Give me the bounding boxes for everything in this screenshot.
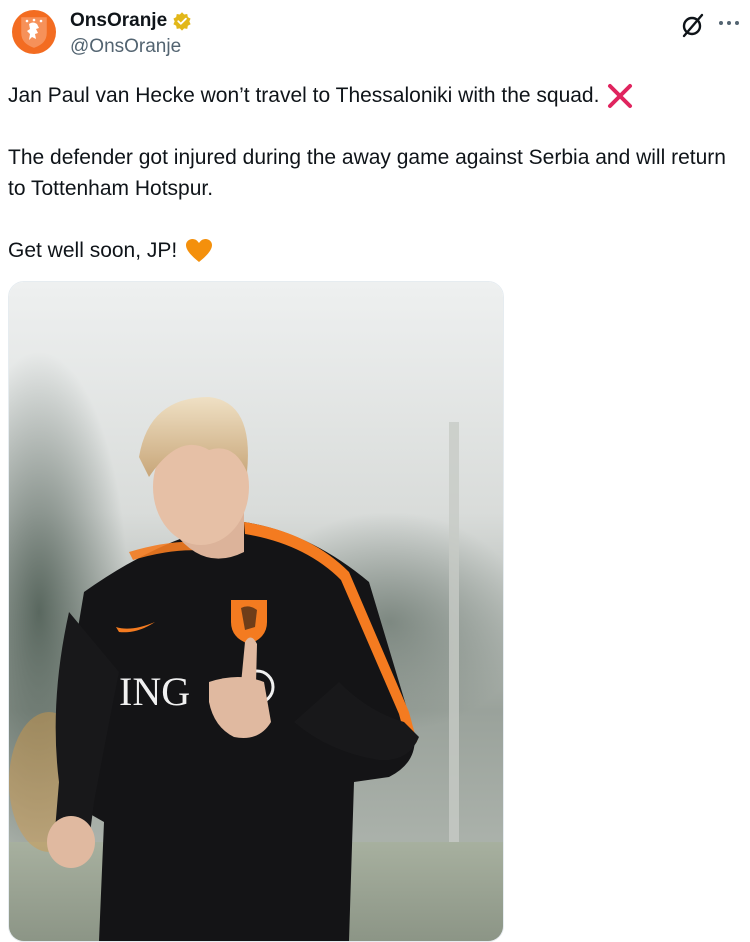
tweet-line-3: Get well soon, JP!	[8, 235, 213, 266]
tweet-header: OnsOranje @OnsOranje	[0, 0, 750, 70]
tweet-line-3-text: Get well soon, JP!	[8, 239, 178, 262]
name-row: OnsOranje	[70, 10, 192, 32]
grok-icon[interactable]	[680, 12, 706, 38]
tweet-line-1-text: Jan Paul van Hecke won’t travel to Thess…	[8, 84, 600, 107]
tweet-photo[interactable]: ING	[8, 281, 504, 942]
handle[interactable]: @OnsOranje	[70, 36, 181, 58]
tweet-line-1: Jan Paul van Hecke won’t travel to Thess…	[8, 80, 633, 111]
avatar[interactable]	[12, 10, 56, 54]
tweet-line-2: The defender got injured during the away…	[8, 146, 726, 200]
shirt-sponsor-text: ING	[119, 669, 190, 714]
orange-heart-emoji	[186, 238, 213, 262]
knvb-lion-crest-icon	[21, 17, 47, 48]
verified-badge-icon	[173, 12, 191, 31]
cross-mark-emoji	[608, 83, 633, 108]
more-options-icon[interactable]	[716, 10, 742, 36]
player-photo: ING	[9, 282, 503, 941]
display-name[interactable]: OnsOranje	[70, 10, 167, 32]
